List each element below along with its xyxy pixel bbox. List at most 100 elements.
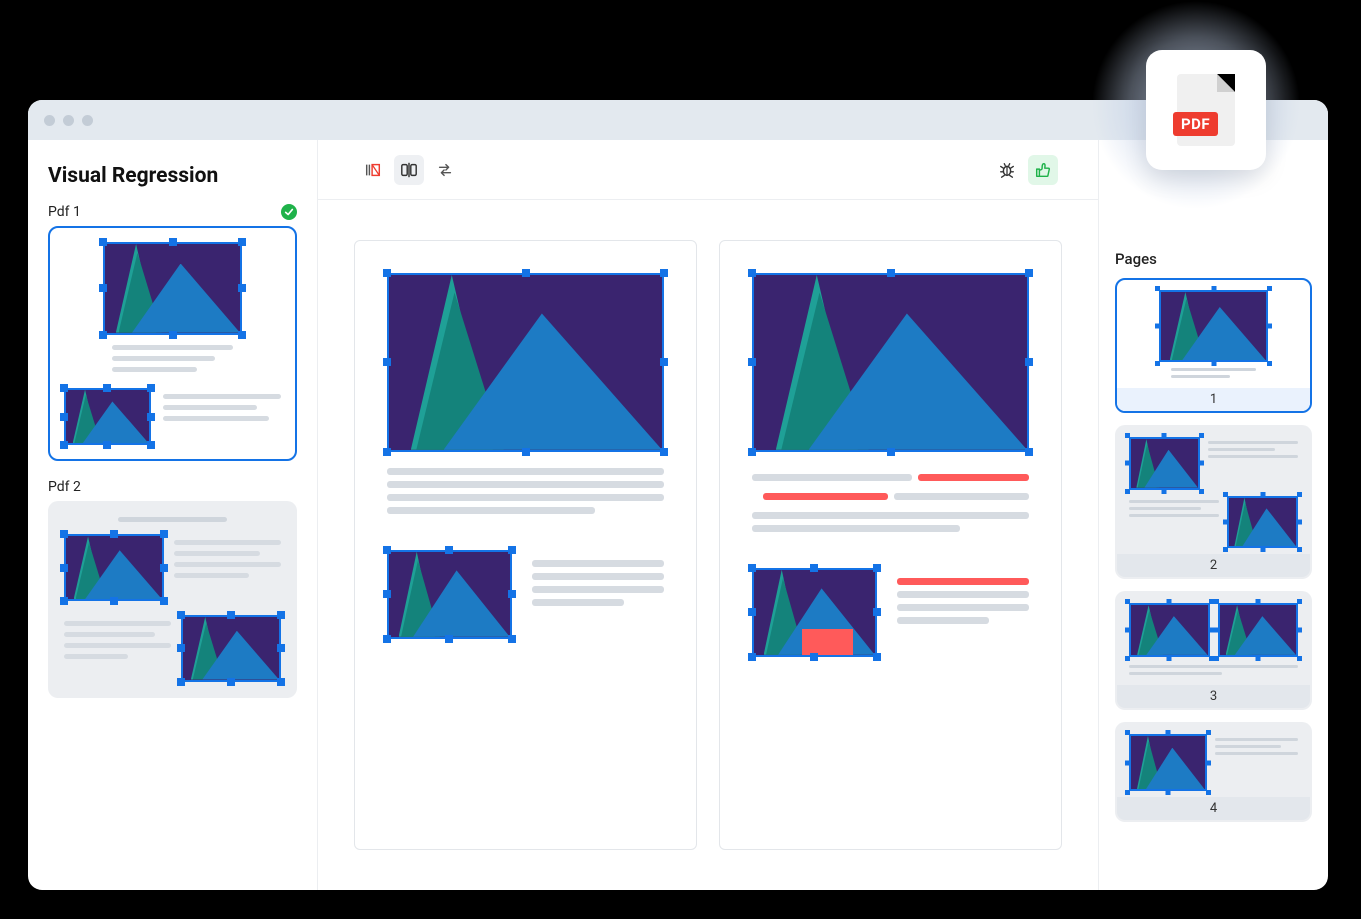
text-line <box>112 345 234 350</box>
text-line <box>752 512 1029 519</box>
text-line <box>163 394 281 399</box>
selection-frame <box>1218 603 1299 657</box>
text-line <box>1171 368 1256 371</box>
text-line <box>897 604 1029 611</box>
selection-frame <box>1227 496 1298 549</box>
diff-text-line <box>897 578 1029 585</box>
pages-title: Pages <box>1115 250 1312 268</box>
thumbs-up-icon <box>1034 161 1052 179</box>
text-line <box>1208 455 1298 458</box>
mountain-image <box>1129 603 1210 657</box>
pdf-label: PDF <box>1173 112 1218 136</box>
selection-frame[interactable] <box>387 550 512 639</box>
text-line <box>1215 745 1282 748</box>
selection-frame[interactable] <box>103 242 242 335</box>
selection-frame[interactable] <box>64 388 151 446</box>
selection-frame <box>1129 603 1210 657</box>
compare-area <box>318 200 1098 890</box>
text-line <box>1171 375 1230 378</box>
approve-button[interactable] <box>1028 155 1058 185</box>
swap-button[interactable] <box>430 155 460 185</box>
text-line <box>163 416 269 421</box>
window-dot[interactable] <box>44 115 55 126</box>
text-line <box>387 468 664 475</box>
page-thumb-2[interactable]: 2 <box>1115 425 1312 579</box>
text-line <box>1215 752 1298 755</box>
mountain-image <box>387 273 664 452</box>
swap-icon <box>436 161 454 179</box>
text-line <box>1129 514 1219 517</box>
text-line <box>64 654 128 659</box>
sidebar-right: Pages 1 <box>1098 140 1328 890</box>
baseline-pane <box>354 240 697 850</box>
selection-frame <box>1129 734 1207 792</box>
text-line <box>894 493 1029 500</box>
text-line <box>174 551 260 556</box>
compare-toolbar <box>318 140 1098 200</box>
text-line <box>174 573 249 578</box>
text-line <box>112 367 197 372</box>
page-number: 3 <box>1117 685 1310 708</box>
text-line <box>1129 672 1222 675</box>
text-line <box>1129 500 1219 503</box>
highlight-diff-button[interactable] <box>358 155 388 185</box>
selection-frame[interactable] <box>752 568 877 657</box>
doc-label-2: Pdf 2 <box>48 479 297 495</box>
text-line <box>387 481 664 488</box>
mountain-image <box>64 534 164 601</box>
text-line <box>897 591 1029 598</box>
text-line <box>1129 665 1298 668</box>
text-line <box>64 632 155 637</box>
text-line <box>1129 507 1201 510</box>
text-line <box>897 617 990 624</box>
text-line <box>752 525 960 532</box>
browser-window: Visual Regression Pdf 1 <box>28 100 1328 890</box>
text-line <box>64 621 171 626</box>
page-number: 2 <box>1117 554 1310 577</box>
changed-pane <box>719 240 1062 850</box>
status-success-icon <box>281 204 297 220</box>
diff-text-line <box>918 474 1029 481</box>
page-thumb-3[interactable]: 3 <box>1115 591 1312 710</box>
text-line <box>1215 738 1298 741</box>
mountain-image <box>103 242 242 335</box>
text-line <box>118 517 227 522</box>
text-line <box>1208 441 1298 444</box>
page-thumb-1[interactable]: 1 <box>1115 278 1312 413</box>
selection-frame[interactable] <box>64 534 164 601</box>
diff-text-line <box>763 493 888 500</box>
pdf-badge: PDF <box>1146 50 1266 170</box>
main-compare <box>318 140 1098 890</box>
doc-thumb-2[interactable] <box>48 501 297 697</box>
text-line <box>163 405 258 410</box>
text-line <box>174 562 281 567</box>
bug-icon <box>998 161 1016 179</box>
selection-frame[interactable] <box>752 273 1029 452</box>
mountain-image <box>1159 290 1267 362</box>
mountain-image <box>1129 437 1200 490</box>
selection-frame[interactable] <box>387 273 664 452</box>
doc-name: Pdf 2 <box>48 479 81 495</box>
text-line <box>387 494 664 501</box>
text-line <box>532 560 664 567</box>
page-thumb-4[interactable]: 4 <box>1115 722 1312 823</box>
text-line <box>532 586 664 593</box>
window-dot[interactable] <box>82 115 93 126</box>
selection-frame <box>1129 437 1200 490</box>
text-line <box>532 573 664 580</box>
mountain-image <box>64 388 151 446</box>
mountain-image <box>752 273 1029 452</box>
sidebar-title: Visual Regression <box>48 164 297 188</box>
report-bug-button[interactable] <box>992 155 1022 185</box>
highlight-diff-icon <box>364 161 382 179</box>
text-line <box>532 599 625 606</box>
text-line <box>752 474 912 481</box>
mountain-image <box>1218 603 1299 657</box>
doc-name: Pdf 1 <box>48 204 81 220</box>
doc-thumb-1[interactable] <box>48 226 297 461</box>
text-line <box>112 356 215 361</box>
mountain-image <box>387 550 512 639</box>
window-dot[interactable] <box>63 115 74 126</box>
split-compare-button[interactable] <box>394 155 424 185</box>
selection-frame[interactable] <box>181 615 281 682</box>
